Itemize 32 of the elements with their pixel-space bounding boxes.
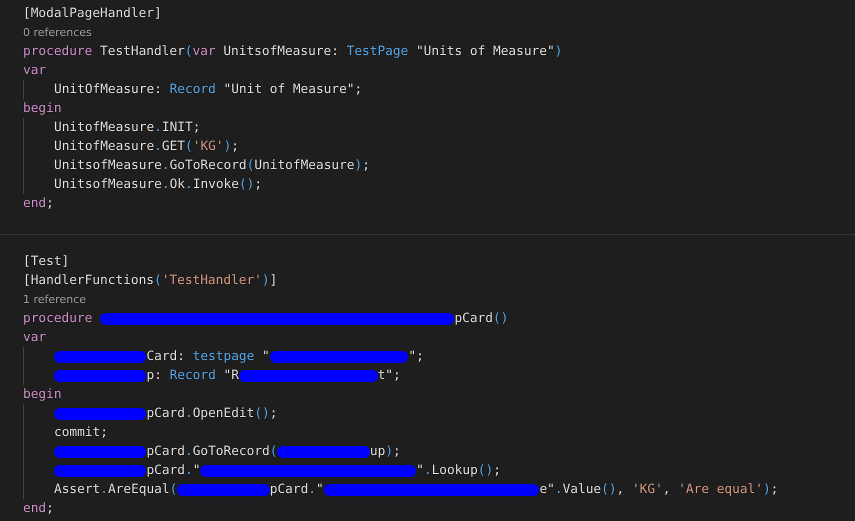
code-text: pCard()	[454, 310, 508, 328]
code-text: ";	[408, 348, 424, 366]
code-text: [HandlerFunctions('TestHandler')]	[23, 272, 278, 290]
code-text: var	[23, 62, 46, 80]
code-text: UnitsofMeasure.Ok.Invoke();	[54, 176, 262, 194]
code-text: t";	[378, 367, 401, 385]
code-text: begin	[23, 100, 62, 118]
code-text: ".Lookup();	[416, 462, 501, 480]
code-lens-link[interactable]: 0 references	[23, 24, 92, 41]
code-text: end;	[23, 500, 54, 518]
code-text: Card: testpage "	[146, 348, 270, 366]
code-text: commit;	[54, 424, 108, 442]
code-text: UnitsofMeasure.GoToRecord(UnitofMeasure);	[54, 157, 370, 175]
code-text: begin	[23, 386, 62, 404]
code-text: end;	[23, 195, 54, 213]
code-text: pCard."	[146, 462, 200, 480]
code-text: pCard.GoToRecord(	[146, 443, 278, 461]
code-lens-link[interactable]: 1 reference	[23, 291, 86, 308]
code-text: up);	[370, 443, 401, 461]
code-text: procedure TestHandler(var UnitsofMeasure: TestPage "Units of Measure")	[23, 43, 562, 61]
code-text: pCard.OpenEdit();	[146, 405, 278, 423]
code-text: [Test]	[23, 253, 70, 271]
code-text: pCard."	[270, 481, 324, 499]
code-text: var	[23, 329, 46, 347]
code-text: e".Value(), 'KG', 'Are equal');	[539, 481, 778, 499]
code-text: UnitofMeasure.GET('KG');	[54, 138, 239, 156]
code-text: [ModalPageHandler]	[23, 5, 162, 23]
code-text: UnitofMeasure.INIT;	[54, 119, 200, 137]
code-text: UnitOfMeasure: Record "Unit of Measure";	[54, 81, 362, 99]
code-text: procedure	[23, 310, 94, 328]
code-text: Assert.AreEqual(	[54, 481, 178, 499]
code-text: p: Record "R	[146, 367, 239, 385]
